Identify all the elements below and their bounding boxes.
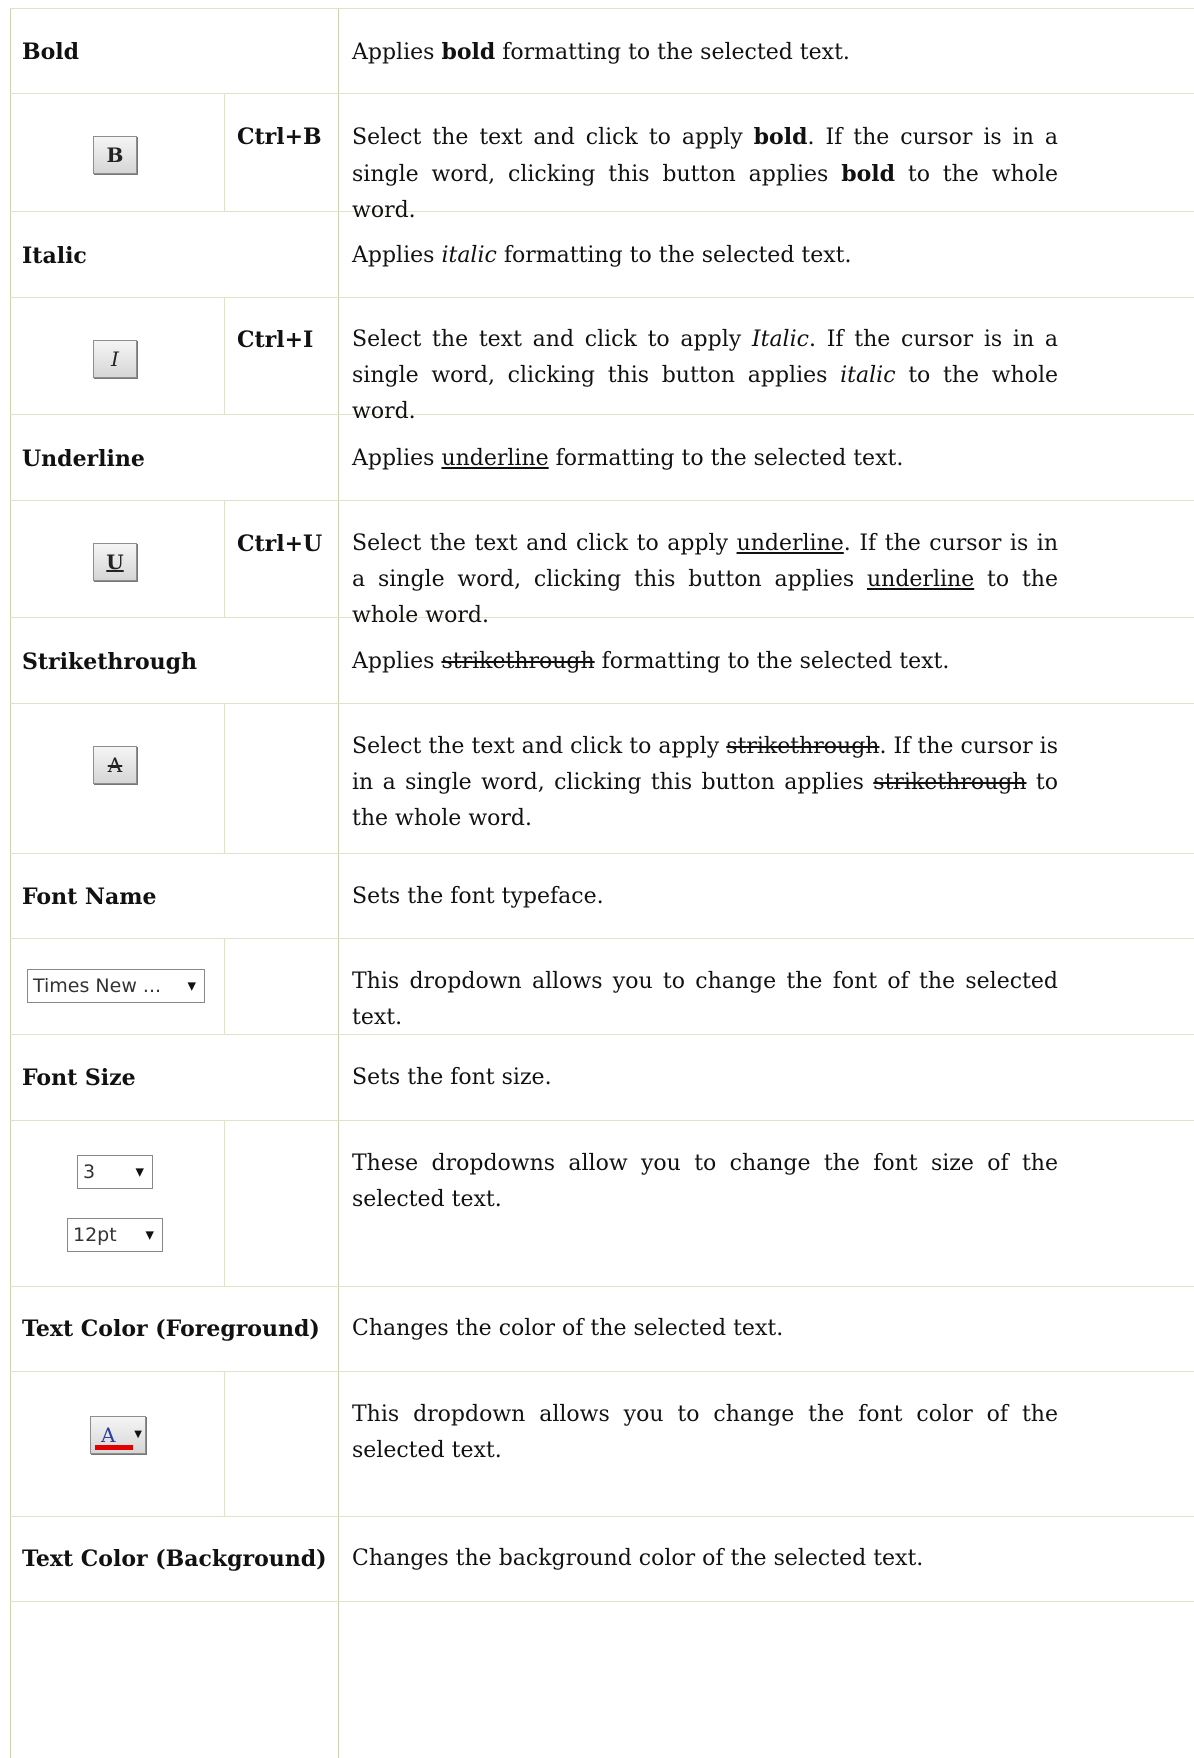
section-title-strikethrough: Strikethrough <box>22 649 198 675</box>
underline-icon[interactable]: U <box>93 543 137 581</box>
font-size-pt-value: 12pt <box>73 1224 117 1246</box>
row-divider <box>10 8 1194 9</box>
section-summary-text-color-background: Changes the background color of the sele… <box>352 1546 924 1571</box>
detail-font-size: These dropdowns allow you to change the … <box>352 1151 1058 1212</box>
detail-italic: Select the text and click to apply Itali… <box>352 327 1058 424</box>
section-summary-italic: Applies italic formatting to the selecte… <box>352 243 852 268</box>
font-size-pt-dropdown[interactable]: 12pt ▼ <box>67 1218 163 1252</box>
section-summary-font-name: Sets the font typeface. <box>352 884 604 909</box>
font-size-number-value: 3 <box>83 1161 96 1183</box>
font-name-dropdown-value: Times New ... <box>33 975 162 997</box>
detail-underline: Select the text and click to apply under… <box>352 531 1058 628</box>
inner-divider <box>224 1121 225 1286</box>
row-divider <box>10 1120 1194 1121</box>
section-summary-bold: Applies bold formatting to the selected … <box>352 39 850 65</box>
inner-divider <box>224 704 225 853</box>
inner-divider <box>224 94 225 211</box>
bold-icon[interactable]: B <box>93 136 137 174</box>
row-divider <box>10 1286 1194 1287</box>
font-color-swatch <box>95 1445 133 1450</box>
italic-icon[interactable]: I <box>93 340 137 378</box>
table-border-left <box>10 8 11 1758</box>
shortcut-underline: Ctrl+U <box>237 531 323 557</box>
row-divider <box>10 853 1194 854</box>
section-title-text-color-background: Text Color (Background) <box>22 1546 327 1572</box>
section-title-italic: Italic <box>22 243 87 269</box>
formatting-reference-table: Bold Applies bold formatting to the sele… <box>0 0 1194 1758</box>
font-name-dropdown[interactable]: Times New ... ▼ <box>27 969 205 1003</box>
row-divider <box>10 1371 1194 1372</box>
shortcut-italic: Ctrl+I <box>237 327 314 353</box>
chevron-down-icon: ▼ <box>134 1429 142 1440</box>
font-color-icon[interactable]: A ▼ <box>90 1416 146 1454</box>
inner-divider <box>224 1372 225 1516</box>
strikethrough-icon[interactable]: A <box>93 746 137 784</box>
shortcut-bold: Ctrl+B <box>237 124 322 150</box>
section-title-font-size: Font Size <box>22 1065 136 1091</box>
detail-bold: Select the text and click to apply bold.… <box>352 124 1058 223</box>
inner-divider <box>224 298 225 414</box>
section-title-font-name: Font Name <box>22 884 157 910</box>
row-divider <box>10 938 1194 939</box>
section-title-underline: Underline <box>22 446 145 472</box>
table-column-divider <box>338 8 339 1758</box>
row-divider <box>10 703 1194 704</box>
chevron-down-icon: ▼ <box>145 1228 154 1242</box>
detail-font-name: This dropdown allows you to change the f… <box>352 969 1058 1030</box>
section-summary-font-size: Sets the font size. <box>352 1065 552 1090</box>
section-title-text-color-foreground: Text Color (Foreground) <box>22 1316 320 1342</box>
inner-divider <box>224 501 225 617</box>
chevron-down-icon: ▼ <box>187 979 196 993</box>
row-divider <box>10 1516 1194 1517</box>
row-divider <box>10 297 1194 298</box>
section-summary-strikethrough: Applies strikethrough formatting to the … <box>352 649 950 674</box>
font-size-number-dropdown[interactable]: 3 ▼ <box>77 1155 153 1189</box>
inner-divider <box>224 939 225 1034</box>
row-divider <box>10 93 1194 94</box>
row-divider <box>10 500 1194 501</box>
table-grid: Bold Applies bold formatting to the sele… <box>10 8 1194 1758</box>
detail-text-color-foreground: This dropdown allows you to change the f… <box>352 1402 1058 1463</box>
detail-strikethrough: Select the text and click to apply strik… <box>352 734 1058 831</box>
section-summary-text-color-foreground: Changes the color of the selected text. <box>352 1316 784 1341</box>
section-summary-underline: Applies underline formatting to the sele… <box>352 446 904 471</box>
section-title-bold: Bold <box>22 39 80 65</box>
chevron-down-icon: ▼ <box>135 1165 144 1179</box>
row-divider <box>10 1601 1194 1602</box>
